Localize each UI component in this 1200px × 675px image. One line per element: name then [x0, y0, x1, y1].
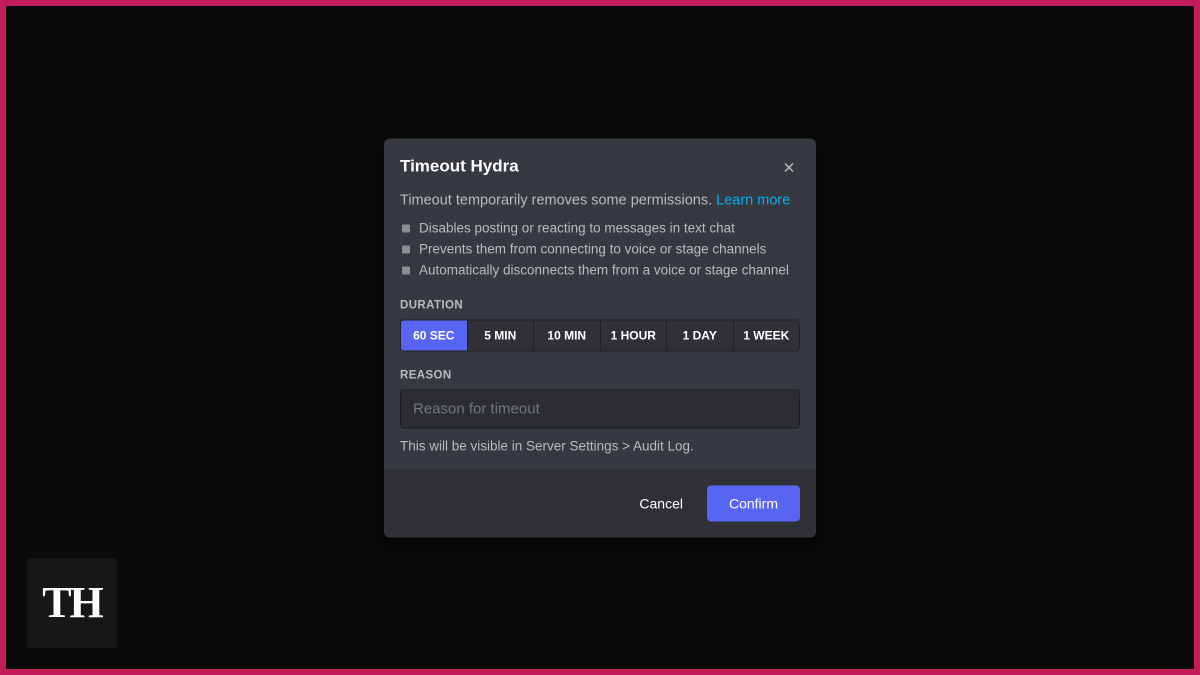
audit-log-note: This will be visible in Server Settings …: [400, 438, 800, 453]
duration-option-10min[interactable]: 10 MIN: [534, 320, 601, 350]
watermark-badge: TH: [27, 558, 117, 648]
list-item-text: Automatically disconnects them from a vo…: [419, 260, 789, 281]
list-item: Automatically disconnects them from a vo…: [402, 260, 800, 281]
duration-option-1day[interactable]: 1 DAY: [667, 320, 734, 350]
reason-input[interactable]: [400, 389, 800, 428]
list-item: Prevents them from connecting to voice o…: [402, 239, 800, 260]
square-bullet-icon: [402, 266, 410, 274]
square-bullet-icon: [402, 224, 410, 232]
cancel-button[interactable]: Cancel: [625, 485, 697, 521]
app-background: TH Timeout Hydra Timeout temporarily rem…: [6, 6, 1194, 669]
square-bullet-icon: [402, 245, 410, 253]
modal-body: Timeout Hydra Timeout temporarily remove…: [384, 138, 816, 469]
duration-option-1week[interactable]: 1 WEEK: [734, 320, 800, 350]
modal-footer: Cancel Confirm: [384, 469, 816, 537]
reason-label: REASON: [400, 369, 800, 381]
modal-header: Timeout Hydra: [400, 156, 800, 178]
list-item: Disables posting or reacting to messages…: [402, 218, 800, 239]
list-item-text: Disables posting or reacting to messages…: [419, 218, 735, 239]
effects-list: Disables posting or reacting to messages…: [400, 218, 800, 281]
learn-more-link[interactable]: Learn more: [716, 192, 790, 208]
watermark-text: TH: [42, 581, 102, 625]
timeout-modal: Timeout Hydra Timeout temporarily remove…: [384, 138, 816, 537]
duration-option-1hour[interactable]: 1 HOUR: [601, 320, 668, 350]
duration-option-5min[interactable]: 5 MIN: [468, 320, 535, 350]
close-icon: [781, 159, 797, 175]
duration-label: DURATION: [400, 299, 800, 311]
modal-title: Timeout Hydra: [400, 156, 519, 176]
duration-option-60sec[interactable]: 60 SEC: [401, 320, 468, 350]
duration-segmented-control: 60 SEC 5 MIN 10 MIN 1 HOUR 1 DAY 1 WEEK: [400, 319, 800, 351]
modal-description: Timeout temporarily removes some permiss…: [400, 190, 800, 210]
confirm-button[interactable]: Confirm: [707, 485, 800, 521]
close-button[interactable]: [778, 156, 800, 178]
description-text: Timeout temporarily removes some permiss…: [400, 192, 716, 208]
list-item-text: Prevents them from connecting to voice o…: [419, 239, 766, 260]
